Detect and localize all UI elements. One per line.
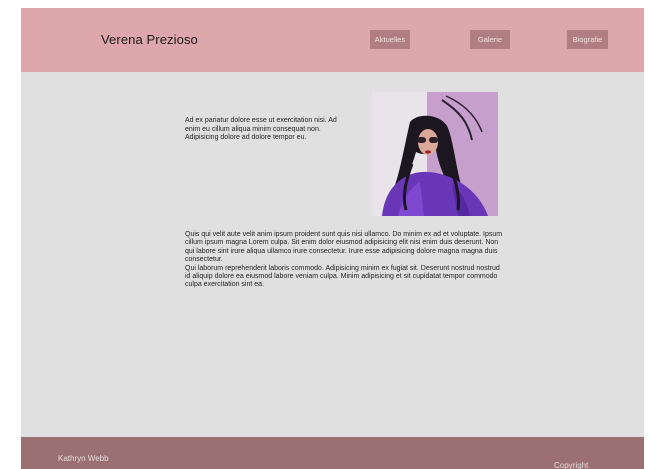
- nav-button-galerie[interactable]: Galerie: [470, 30, 510, 49]
- page: Verena Prezioso Aktuelles Galerie Biogra…: [21, 8, 644, 469]
- portrait-image: [372, 92, 498, 216]
- body-text: Quis qui velit aute velit anim ipsum pro…: [185, 231, 505, 290]
- intro-paragraph: Ad ex pariatur dolore esse ut exercitati…: [185, 117, 337, 142]
- body-paragraph: Qui laborum reprehenderit laboris commod…: [185, 264, 500, 289]
- nav-button-biografie[interactable]: Biografie: [567, 30, 608, 49]
- footer-copyright: Copyright: [554, 461, 589, 469]
- site-title: Verena Prezioso: [101, 32, 198, 47]
- nav-button-aktuelles[interactable]: Aktuelles: [370, 30, 410, 49]
- footer-author: Kathryn Webb: [58, 454, 109, 463]
- site-header: Verena Prezioso Aktuelles Galerie Biogra…: [21, 8, 644, 72]
- site-footer: Kathryn Webb Copyright: [21, 437, 644, 469]
- body-paragraph: Quis qui velit aute velit anim ipsum pro…: [185, 231, 503, 264]
